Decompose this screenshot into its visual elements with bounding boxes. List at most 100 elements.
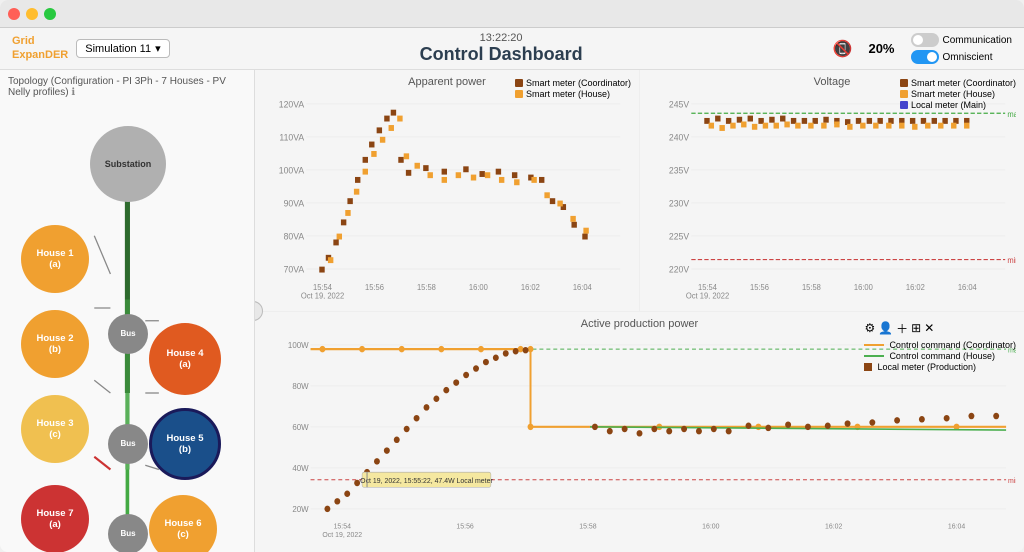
svg-text:16:04: 16:04 bbox=[948, 521, 965, 530]
svg-text:Oct 19, 2022: Oct 19, 2022 bbox=[301, 291, 344, 298]
legend-p-local-dot bbox=[864, 363, 872, 371]
close-chart-icon[interactable]: ✕ bbox=[924, 321, 934, 335]
svg-text:100W: 100W bbox=[288, 340, 309, 349]
toggles: Communication Omniscient bbox=[911, 33, 1012, 64]
legend-house: Smart meter (House) bbox=[515, 89, 631, 99]
legend-v-local-icon bbox=[900, 101, 908, 109]
svg-text:120VA: 120VA bbox=[279, 99, 305, 109]
svg-text:16:02: 16:02 bbox=[825, 521, 842, 530]
svg-text:70VA: 70VA bbox=[284, 264, 305, 274]
svg-text:220V: 220V bbox=[669, 264, 689, 274]
svg-text:min voltage: min voltage bbox=[1007, 256, 1016, 265]
node-house3[interactable]: House 3 (c) bbox=[21, 395, 89, 463]
top-charts-row: Apparent power Smart meter (Coordinator)… bbox=[255, 70, 1024, 312]
svg-text:16:00: 16:00 bbox=[469, 283, 488, 292]
legend-v-house: Smart meter (House) bbox=[900, 89, 1016, 99]
header-center: 13:22:20 Control Dashboard bbox=[420, 32, 583, 65]
legend-v-coordinator: Smart meter (Coordinator) bbox=[900, 78, 1016, 88]
close-button[interactable] bbox=[8, 8, 20, 20]
omniscient-toggle-row[interactable]: Omniscient bbox=[911, 50, 1012, 64]
apparent-power-chart: Apparent power Smart meter (Coordinator)… bbox=[255, 70, 640, 311]
legend-p-local: Local meter (Production) bbox=[864, 362, 1016, 372]
bottom-charts-row: Active production power ⚙ 👤 ＋ ⊞ ✕ Contr bbox=[255, 312, 1024, 552]
svg-text:Oct 19, 2022, 15:55:22, 47.4W: Oct 19, 2022, 15:55:22, 47.4W Local mete… bbox=[360, 475, 493, 484]
chart-actions: ⚙ 👤 ＋ ⊞ ✕ bbox=[864, 320, 1016, 337]
communication-toggle-row[interactable]: Communication bbox=[911, 33, 1012, 47]
header-right: 📵 20% Communication Omniscient bbox=[833, 33, 1012, 64]
grid-icon[interactable]: ⊞ bbox=[911, 321, 921, 335]
node-house1[interactable]: House 1 (a) bbox=[21, 225, 89, 293]
plus-icon[interactable]: ＋ bbox=[896, 320, 908, 337]
legend-v-house-icon bbox=[900, 90, 908, 98]
topology-title: Topology (Configuration - PI 3Ph - 7 Hou… bbox=[0, 76, 254, 104]
node-house5[interactable]: House 5 (b) bbox=[149, 408, 221, 480]
svg-text:230V: 230V bbox=[669, 198, 689, 208]
legend-p-coordinator-line bbox=[864, 344, 884, 346]
svg-text:16:02: 16:02 bbox=[521, 283, 540, 292]
legend-house-icon bbox=[515, 90, 523, 98]
svg-text:15:58: 15:58 bbox=[579, 521, 596, 530]
node-bus2[interactable]: Bus bbox=[108, 424, 148, 464]
legend-v-local: Local meter (Main) bbox=[900, 100, 1016, 110]
svg-text:16:02: 16:02 bbox=[906, 283, 925, 292]
settings-icon[interactable]: ⚙ bbox=[864, 321, 875, 335]
legend-coordinator-icon bbox=[515, 79, 523, 87]
omniscient-toggle[interactable] bbox=[911, 50, 939, 64]
svg-text:Oct 19, 2022: Oct 19, 2022 bbox=[686, 291, 729, 298]
logo: Grid ExpanDER bbox=[12, 35, 68, 61]
svg-text:15:56: 15:56 bbox=[365, 283, 384, 292]
svg-text:40W: 40W bbox=[292, 463, 308, 472]
simulation-button[interactable]: Simulation 11 ▾ bbox=[76, 39, 169, 58]
svg-text:60W: 60W bbox=[292, 422, 308, 431]
header: Grid ExpanDER Simulation 11 ▾ 13:22:20 C… bbox=[0, 28, 1024, 70]
svg-text:15:56: 15:56 bbox=[750, 283, 769, 292]
svg-text:110VA: 110VA bbox=[279, 132, 305, 142]
svg-text:235V: 235V bbox=[669, 165, 689, 175]
active-production-chart: Active production power ⚙ 👤 ＋ ⊞ ✕ Contr bbox=[255, 312, 1024, 552]
main-window: Grid ExpanDER Simulation 11 ▾ 13:22:20 C… bbox=[0, 0, 1024, 552]
svg-text:15:58: 15:58 bbox=[417, 283, 436, 292]
voltage-legend: Smart meter (Coordinator) Smart meter (H… bbox=[900, 78, 1016, 110]
svg-text:16:04: 16:04 bbox=[958, 283, 977, 292]
omniscient-label: Omniscient bbox=[943, 52, 993, 63]
svg-text:Oct 19, 2022: Oct 19, 2022 bbox=[322, 529, 362, 538]
svg-text:15:56: 15:56 bbox=[456, 521, 473, 530]
main-content: Topology (Configuration - PI 3Ph - 7 Hou… bbox=[0, 70, 1024, 552]
svg-text:240V: 240V bbox=[669, 132, 689, 142]
apparent-power-svg: 120VA 110VA 100VA 90VA 80VA 70VA 15:54 O… bbox=[263, 92, 631, 299]
communication-label: Communication bbox=[943, 35, 1012, 46]
communication-toggle[interactable] bbox=[911, 33, 939, 47]
maximize-button[interactable] bbox=[44, 8, 56, 20]
node-house4[interactable]: House 4 (a) bbox=[149, 323, 221, 395]
svg-text:245V: 245V bbox=[669, 99, 689, 109]
node-bus3[interactable]: Bus bbox=[108, 514, 148, 552]
voltage-svg: max voltage min voltage 245V 240V 235V 2… bbox=[648, 92, 1016, 299]
header-title: Control Dashboard bbox=[420, 44, 583, 65]
node-bus1[interactable]: Bus bbox=[108, 314, 148, 354]
svg-text:80VA: 80VA bbox=[284, 231, 305, 241]
legend-p-house-line bbox=[864, 355, 884, 357]
voltage-chart: Voltage Smart meter (Coordinator) Smart … bbox=[640, 70, 1024, 311]
svg-text:min power: min power bbox=[1008, 475, 1016, 484]
legend-coordinator: Smart meter (Coordinator) bbox=[515, 78, 631, 88]
legend-p-house: Control command (House) bbox=[864, 351, 1016, 361]
svg-text:20W: 20W bbox=[292, 504, 308, 513]
wifi-off-icon: 📵 bbox=[833, 39, 853, 59]
svg-text:max voltage: max voltage bbox=[1007, 109, 1016, 118]
node-substation[interactable]: Substation bbox=[90, 126, 166, 202]
minimize-button[interactable] bbox=[26, 8, 38, 20]
simulation-label: Simulation 11 bbox=[85, 43, 151, 55]
legend-v-coordinator-icon bbox=[900, 79, 908, 87]
svg-text:16:04: 16:04 bbox=[573, 283, 592, 292]
apparent-power-legend: Smart meter (Coordinator) Smart meter (H… bbox=[515, 78, 631, 99]
header-time: 13:22:20 bbox=[420, 32, 583, 44]
topology-canvas: Substation Bus Bus Bus Bus bbox=[0, 104, 254, 546]
node-house7[interactable]: House 7 (a) bbox=[21, 485, 89, 552]
svg-text:80W: 80W bbox=[292, 381, 308, 390]
header-left: Grid ExpanDER Simulation 11 ▾ bbox=[12, 35, 170, 61]
legend-p-coordinator: Control command (Coordinator) bbox=[864, 340, 1016, 350]
titlebar bbox=[0, 0, 1024, 28]
node-house2[interactable]: House 2 (b) bbox=[21, 310, 89, 378]
svg-text:16:00: 16:00 bbox=[854, 283, 873, 292]
user-icon[interactable]: 👤 bbox=[878, 321, 893, 335]
